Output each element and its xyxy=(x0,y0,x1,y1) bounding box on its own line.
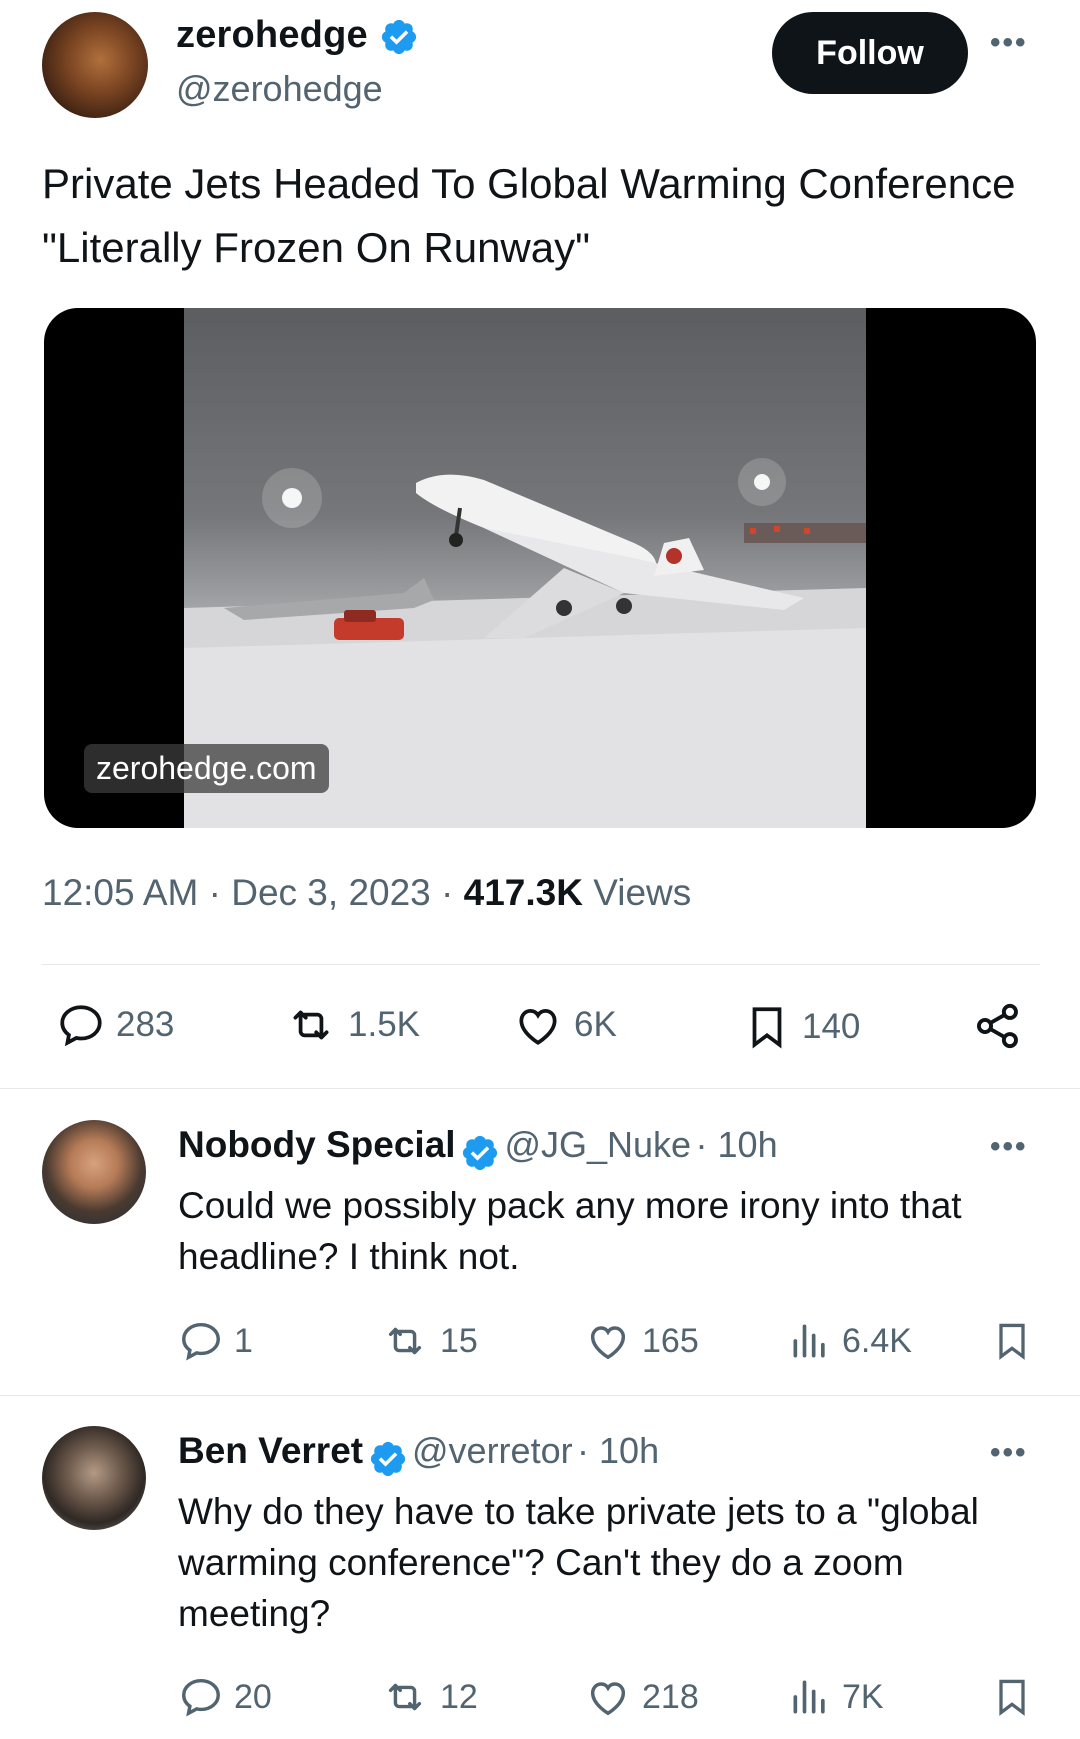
reply-handle[interactable]: @JG_Nuke xyxy=(504,1124,691,1165)
repost-button[interactable]: 12 xyxy=(380,1674,478,1720)
verified-badge-icon xyxy=(381,19,416,55)
bookmark-button[interactable]: 140 xyxy=(742,1000,860,1054)
bookmark-button[interactable] xyxy=(990,1672,1034,1722)
reply-icon xyxy=(182,1322,220,1361)
like-icon xyxy=(590,1682,626,1716)
views-icon xyxy=(793,1324,825,1358)
bookmark-icon xyxy=(999,1679,1025,1716)
views-count: 7K xyxy=(842,1677,884,1716)
media-source-caption: zerohedge.com xyxy=(84,744,329,793)
tweet-media[interactable]: zerohedge.com xyxy=(44,308,1036,828)
reply-button[interactable]: 283 xyxy=(56,1000,174,1050)
views-button[interactable]: 7K xyxy=(788,1674,884,1720)
repost-button[interactable]: 1.5K xyxy=(284,1000,420,1050)
tweet-time[interactable]: 12:05 AM xyxy=(42,872,198,913)
repost-icon xyxy=(388,1327,422,1355)
views-count: 6.4K xyxy=(842,1321,912,1360)
like-icon xyxy=(519,1008,557,1045)
reply-header: Nobody Special @JG_Nuke · 10h xyxy=(178,1124,778,1173)
bookmark-button[interactable] xyxy=(990,1316,1034,1366)
reply-text: Could we possibly pack any more irony in… xyxy=(178,1185,962,1277)
tweet-date[interactable]: Dec 3, 2023 xyxy=(231,872,431,913)
follow-button[interactable]: Follow xyxy=(772,12,968,94)
reply-display-name[interactable]: Nobody Special xyxy=(178,1124,456,1165)
reply-count: 283 xyxy=(116,1005,175,1044)
reply-avatar[interactable] xyxy=(42,1426,146,1530)
reply-text: Why do they have to take private jets to… xyxy=(178,1491,979,1634)
reply-header: Ben Verret @verretor · 10h xyxy=(178,1430,659,1479)
bookmark-count: 140 xyxy=(802,1007,861,1046)
views-button[interactable]: 6.4K xyxy=(788,1318,912,1364)
like-count: 165 xyxy=(642,1321,699,1360)
divider xyxy=(0,1395,1080,1396)
like-icon xyxy=(590,1326,626,1360)
share-button[interactable] xyxy=(972,1000,1024,1052)
like-count: 218 xyxy=(642,1677,699,1716)
repost-icon xyxy=(293,1010,329,1040)
author-display-name[interactable]: zerohedge xyxy=(176,14,368,56)
bookmark-icon xyxy=(999,1323,1025,1360)
repost-icon xyxy=(388,1683,422,1711)
author-name-row[interactable]: zerohedge xyxy=(176,14,419,57)
like-button[interactable]: 165 xyxy=(584,1318,699,1364)
author-handle[interactable]: @zerohedge xyxy=(176,68,383,110)
more-icon[interactable]: ••• xyxy=(990,1130,1028,1164)
like-button[interactable]: 218 xyxy=(584,1674,699,1720)
meta-separator: · xyxy=(441,872,454,913)
tweet-meta: 12:05 AM · Dec 3, 2023 · 417.3K Views xyxy=(42,872,691,914)
repost-count: 1.5K xyxy=(348,1005,420,1044)
repost-count: 15 xyxy=(440,1321,478,1360)
reply-count: 20 xyxy=(234,1677,272,1716)
like-count: 6K xyxy=(574,1005,617,1044)
verified-badge-icon xyxy=(462,1135,498,1170)
repost-button[interactable]: 15 xyxy=(380,1318,478,1364)
tweet-text: Private Jets Headed To Global Warming Co… xyxy=(42,160,1016,271)
reply-avatar[interactable] xyxy=(42,1120,146,1224)
reply-count: 1 xyxy=(234,1321,253,1360)
verified-badge-icon xyxy=(370,1441,405,1476)
like-button[interactable]: 6K xyxy=(512,1000,617,1050)
reply-icon xyxy=(182,1678,220,1717)
reply-button[interactable]: 20 xyxy=(178,1674,272,1720)
reply-time[interactable]: · 10h xyxy=(577,1430,659,1471)
bookmark-icon xyxy=(752,1007,782,1049)
reply-button[interactable]: 1 xyxy=(178,1318,253,1364)
reply-icon xyxy=(60,1005,102,1047)
divider xyxy=(42,964,1040,965)
views-label: Views xyxy=(593,872,692,913)
reply-display-name[interactable]: Ben Verret xyxy=(178,1430,363,1471)
views-count: 417.3K xyxy=(463,872,583,913)
reply-time[interactable]: · 10h xyxy=(696,1124,778,1165)
meta-separator: · xyxy=(208,872,221,913)
views-icon xyxy=(793,1680,825,1714)
share-icon xyxy=(976,1003,1018,1049)
divider xyxy=(0,1088,1080,1089)
repost-count: 12 xyxy=(440,1677,478,1716)
more-icon[interactable]: ••• xyxy=(990,26,1028,60)
reply-handle[interactable]: @verretor xyxy=(412,1430,573,1471)
author-avatar[interactable] xyxy=(42,12,148,118)
more-icon[interactable]: ••• xyxy=(990,1436,1028,1470)
